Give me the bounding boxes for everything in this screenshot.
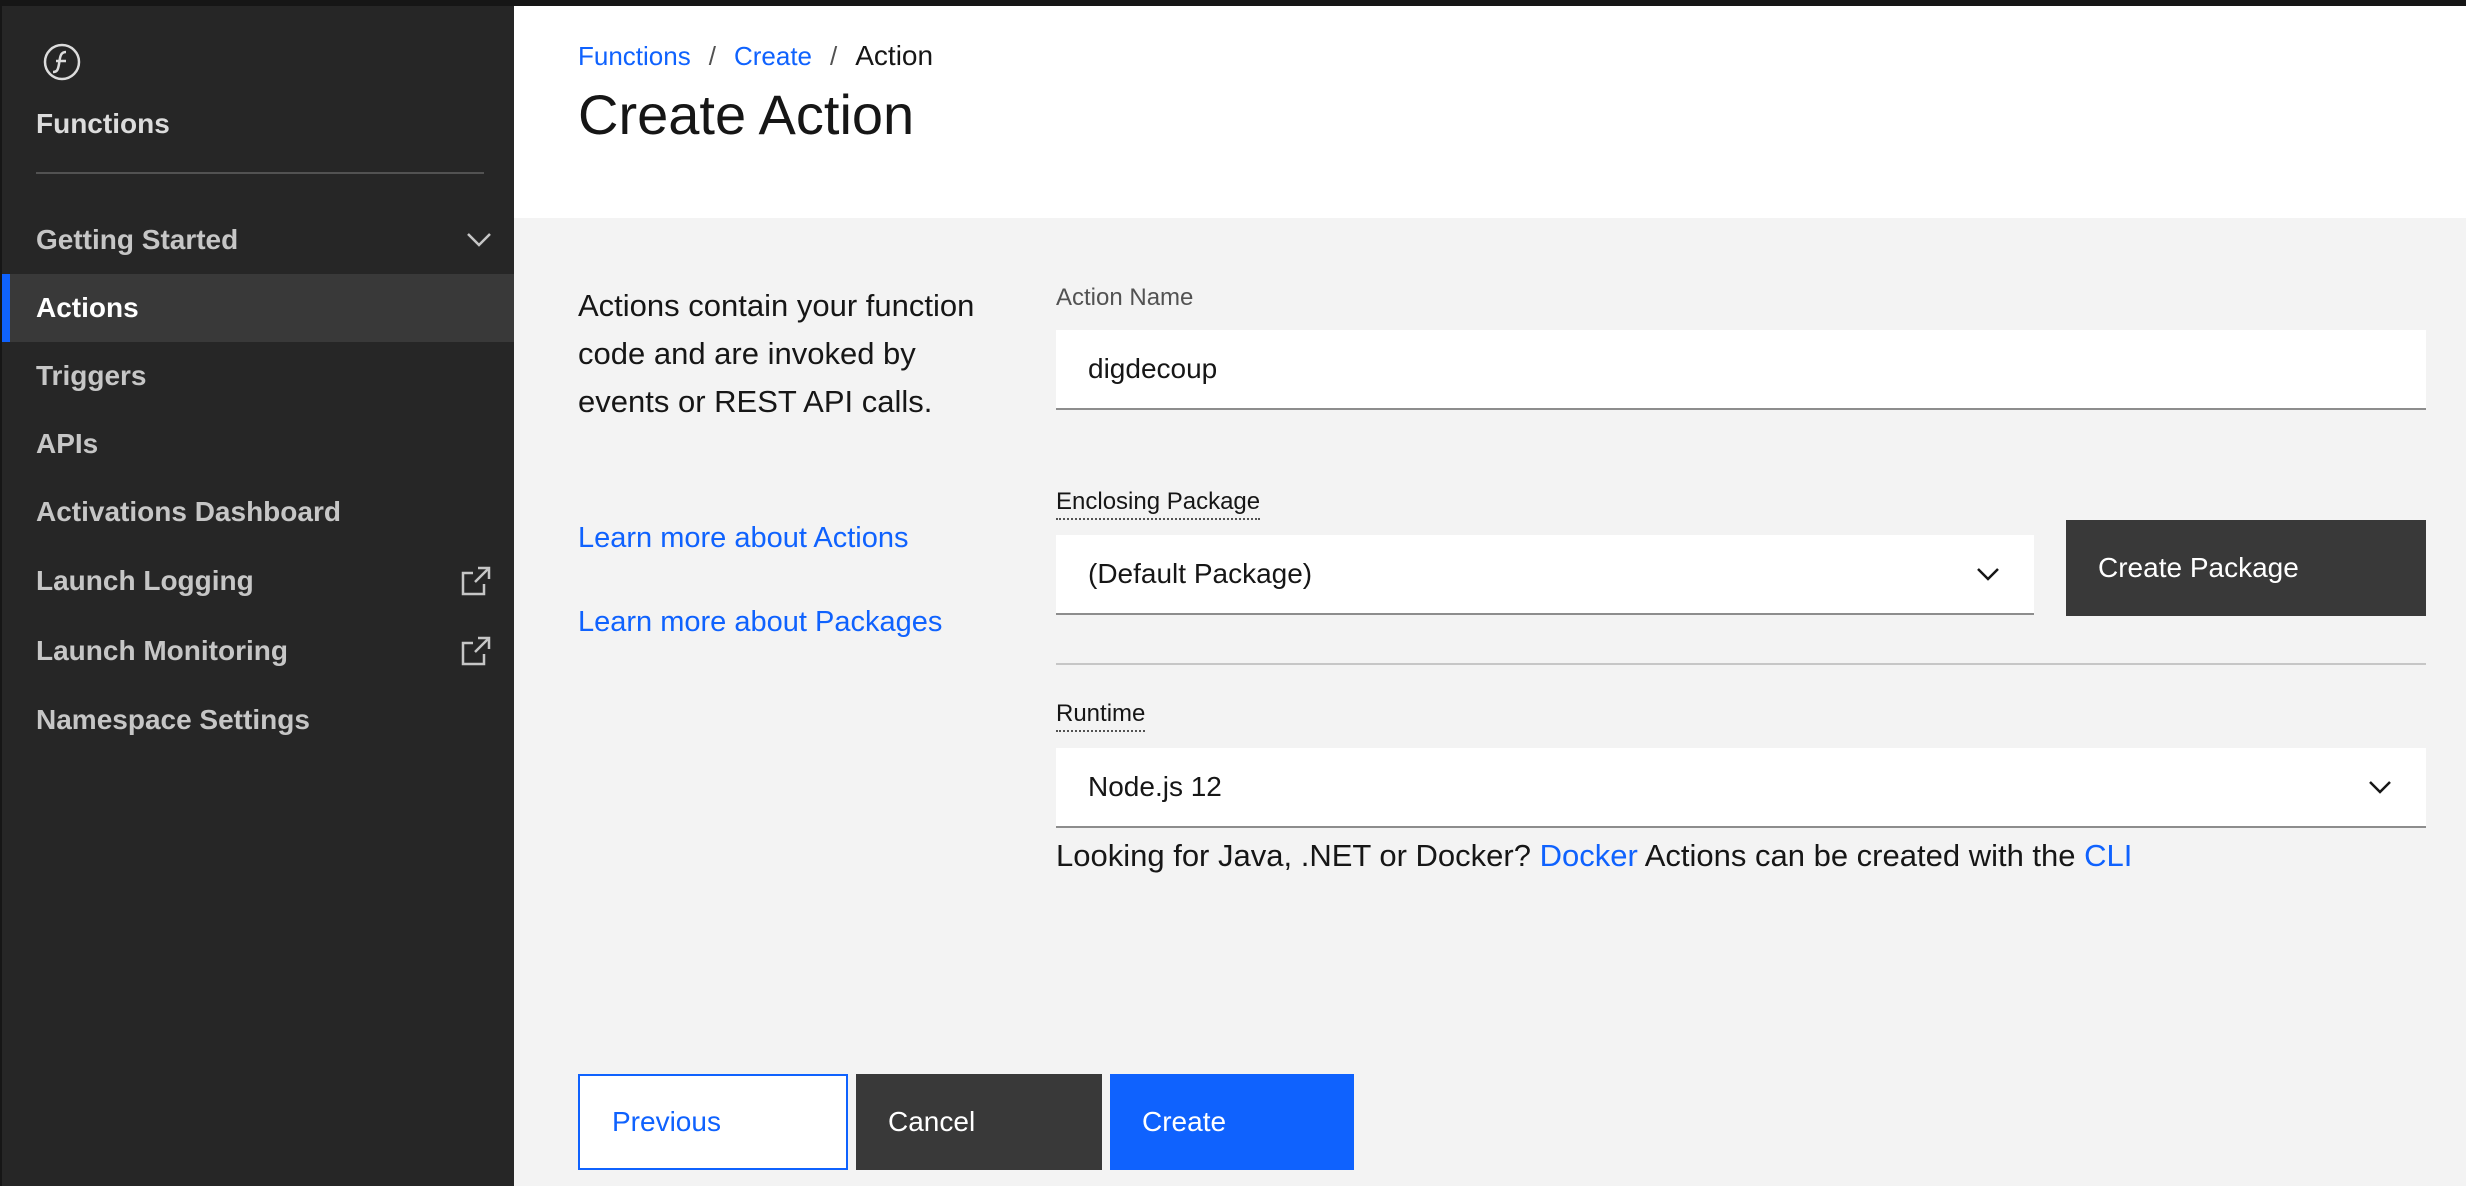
- hint-middle: Actions can be created with the: [1644, 838, 2076, 873]
- sidebar-item-label: Actions: [36, 292, 139, 323]
- breadcrumb-separator: /: [708, 40, 716, 71]
- runtime-label: Runtime: [1056, 700, 1146, 732]
- create-package-label: Create Package: [2098, 552, 2299, 583]
- sidebar: Functions Getting Started Actions Trigge…: [0, 0, 514, 1186]
- learn-more-actions-link[interactable]: Learn more about Actions: [578, 522, 908, 555]
- app-name: Functions: [36, 108, 170, 139]
- action-name-label: Action Name: [1056, 284, 1194, 311]
- top-bar: [0, 0, 2466, 6]
- sidebar-item-label: Triggers: [36, 360, 147, 391]
- breadcrumb-link-functions[interactable]: Functions: [578, 41, 691, 72]
- breadcrumb-separator: /: [830, 40, 838, 71]
- enclosing-package-select[interactable]: (Default Package): [1056, 535, 2034, 615]
- enclosing-package-label: Enclosing Package: [1056, 488, 1261, 520]
- external-link-icon: [461, 636, 491, 666]
- sidebar-item-launch-monitoring[interactable]: Launch Monitoring: [2, 617, 514, 685]
- sidebar-item-label: Activations Dashboard: [36, 496, 341, 527]
- sidebar-item-label: Getting Started: [36, 224, 239, 255]
- breadcrumb: Functions / Create / Action: [578, 40, 933, 72]
- intro-text: Actions contain your function code and a…: [578, 288, 975, 419]
- chevron-down-icon: [1977, 568, 1999, 581]
- cancel-button[interactable]: Cancel: [856, 1074, 1102, 1170]
- previous-button[interactable]: Previous: [578, 1074, 848, 1170]
- runtime-select[interactable]: Node.js 12: [1056, 748, 2426, 828]
- sidebar-item-activations-dashboard[interactable]: Activations Dashboard: [2, 478, 514, 546]
- sidebar-item-label: Launch Logging: [36, 565, 254, 596]
- chevron-down-icon: [467, 233, 491, 247]
- functions-logo-icon: [43, 43, 81, 81]
- sidebar-item-namespace-settings[interactable]: Namespace Settings: [2, 686, 514, 754]
- runtime-hint: Looking for Java, .NET or Docker? Docker…: [1056, 838, 2132, 874]
- breadcrumb-link-create[interactable]: Create: [734, 41, 812, 72]
- sidebar-item-getting-started[interactable]: Getting Started: [2, 206, 514, 274]
- enclosing-package-value: (Default Package): [1088, 558, 1313, 589]
- cancel-label: Cancel: [888, 1106, 976, 1137]
- sidebar-item-label: Launch Monitoring: [36, 635, 288, 666]
- breadcrumb-current: Action: [855, 40, 934, 71]
- action-name-input[interactable]: digdecoup: [1056, 330, 2426, 410]
- hint-prefix: Looking for Java, .NET or Docker?: [1056, 838, 1531, 873]
- cli-link[interactable]: CLI: [2084, 838, 2132, 873]
- form-divider: [1056, 663, 2426, 665]
- create-label: Create: [1142, 1106, 1227, 1137]
- create-button[interactable]: Create: [1110, 1074, 1354, 1170]
- chevron-down-icon: [2369, 781, 2391, 794]
- external-link-icon: [461, 566, 491, 596]
- create-package-button[interactable]: Create Package: [2066, 520, 2426, 616]
- sidebar-item-label: Namespace Settings: [36, 704, 310, 735]
- previous-label: Previous: [612, 1106, 721, 1137]
- docker-link[interactable]: Docker: [1540, 838, 1638, 873]
- page-header: Functions / Create / Action Create Actio…: [514, 6, 2466, 218]
- sidebar-divider: [36, 172, 484, 174]
- page-title: Create Action: [578, 83, 915, 146]
- sidebar-item-triggers[interactable]: Triggers: [2, 342, 514, 410]
- sidebar-item-actions[interactable]: Actions: [2, 274, 514, 342]
- runtime-value: Node.js 12: [1088, 771, 1222, 802]
- learn-more-packages-link[interactable]: Learn more about Packages: [578, 606, 942, 639]
- sidebar-item-label: APIs: [36, 428, 99, 459]
- action-name-value: digdecoup: [1088, 353, 1218, 384]
- sidebar-item-launch-logging[interactable]: Launch Logging: [2, 547, 514, 615]
- sidebar-item-apis[interactable]: APIs: [2, 410, 514, 478]
